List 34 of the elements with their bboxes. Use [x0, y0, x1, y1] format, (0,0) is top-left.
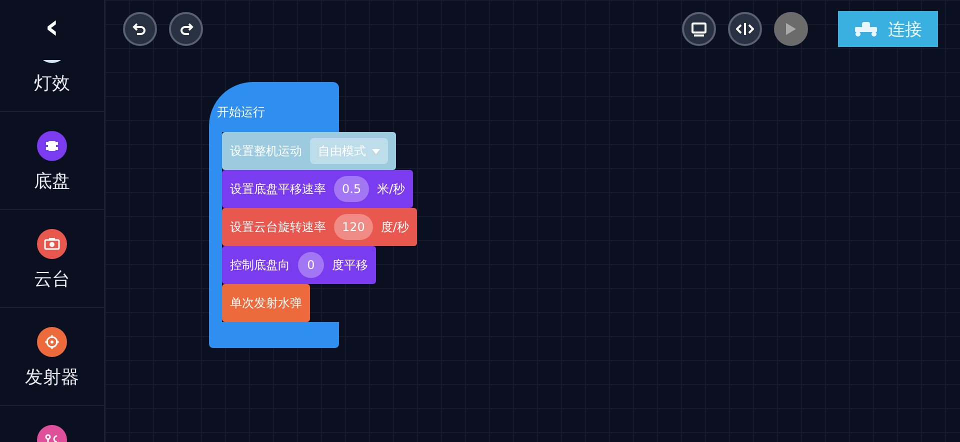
monitor-icon [691, 22, 707, 36]
code-block[interactable]: 设置云台旋转速率 120 度/秒 [222, 208, 417, 246]
category-label[interactable]: 灯效 [34, 71, 70, 95]
redo-icon [178, 22, 194, 36]
block-label: 度平移 [332, 256, 368, 274]
number-input[interactable]: 0 [298, 252, 324, 278]
redo-button[interactable] [169, 12, 203, 46]
category-label[interactable]: 发射器 [25, 365, 79, 389]
undo-button[interactable] [123, 12, 157, 46]
code-block[interactable]: 设置底盘平移速率 0.5 米/秒 [222, 170, 414, 208]
code-button[interactable] [728, 12, 762, 46]
block-label: 控制底盘向 [230, 256, 290, 274]
number-input[interactable]: 120 [334, 214, 373, 240]
event-block[interactable]: 开始运行 [209, 82, 339, 132]
undo-icon [132, 22, 148, 36]
camera-icon[interactable] [37, 229, 67, 259]
block-label: 单次发射水弹 [230, 294, 302, 312]
block-label: 米/秒 [377, 180, 406, 198]
code-block[interactable]: 单次发射水弹 [222, 284, 310, 322]
monitor-button[interactable] [682, 12, 716, 46]
number-input[interactable]: 0.5 [334, 176, 370, 202]
code-icon [736, 22, 754, 36]
block-label: 设置整机运动 [230, 142, 302, 160]
category-label[interactable]: 底盘 [34, 169, 70, 193]
block-label: 设置云台旋转速率 [230, 218, 326, 236]
code-block[interactable]: 控制底盘向 0 度平移 [222, 246, 376, 284]
back-button[interactable]: ‹ [40, 10, 63, 50]
block-label: 度/秒 [380, 218, 409, 236]
play-icon [785, 22, 797, 36]
caret-icon [372, 148, 380, 154]
block-label: 设置底盘平移速率 [230, 180, 326, 198]
connect-button[interactable]: 连接 [838, 11, 938, 47]
category-label[interactable]: 云台 [34, 267, 70, 291]
target-icon[interactable] [37, 327, 67, 357]
